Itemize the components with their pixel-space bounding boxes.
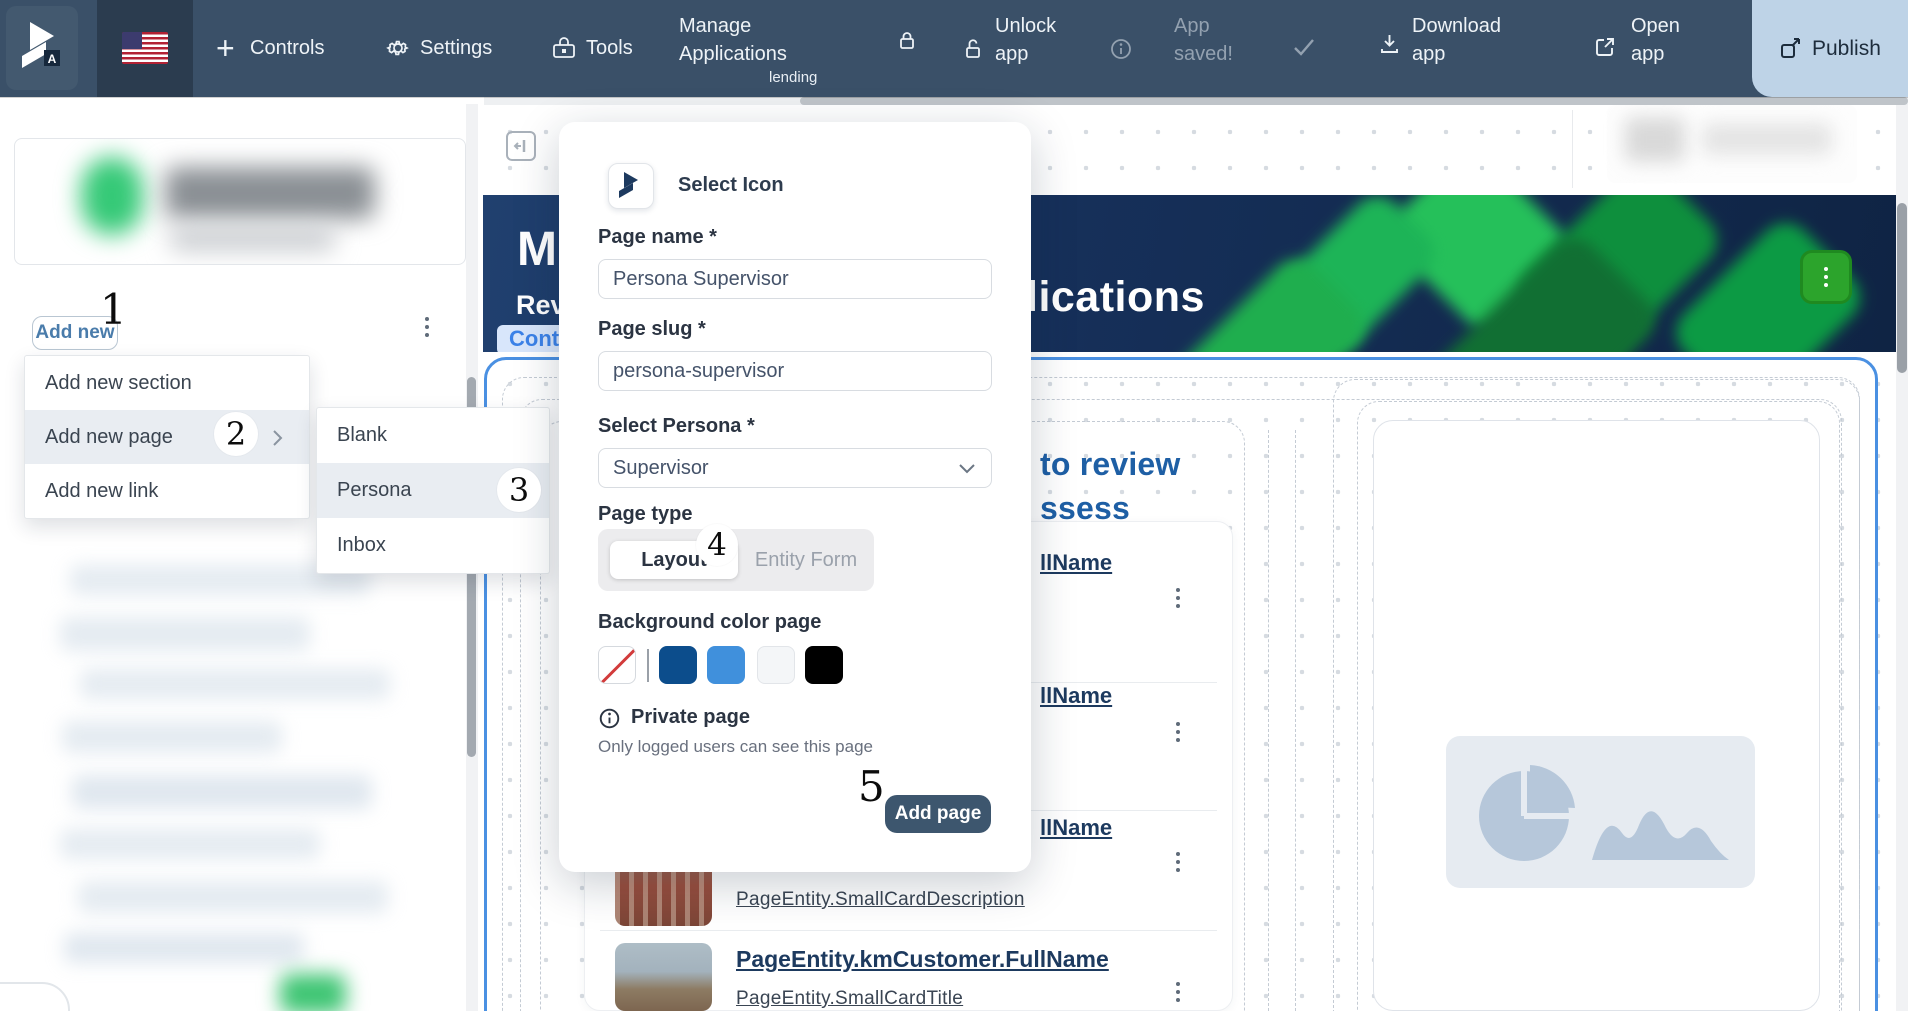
us-flag-icon — [122, 32, 168, 64]
nav-download-app[interactable]: Download app — [1412, 12, 1517, 68]
blurred-logo-mark — [81, 157, 143, 235]
select-icon-button[interactable] — [608, 163, 654, 209]
card-title-link[interactable]: PageEntity.SmallCardTitle — [736, 988, 963, 1010]
canvas-scrollbar-thumb[interactable] — [1897, 203, 1907, 373]
step-annotation-1: 1 — [100, 285, 127, 334]
entity-title-link[interactable]: llName — [1040, 815, 1112, 841]
nav-unlock-app[interactable]: Unlock app — [995, 12, 1073, 68]
step-annotation-5: 5 — [858, 762, 885, 811]
private-page-description: Only logged users can see this page — [598, 737, 873, 757]
horizontal-scrollbar-thumb[interactable] — [800, 97, 1908, 105]
step-annotation-3: 3 — [497, 468, 541, 512]
page-type-entity-form-option[interactable]: Entity Form — [738, 529, 874, 591]
nav-open-app[interactable]: Open app — [1631, 12, 1695, 68]
app-tag: lending — [769, 69, 817, 86]
section-heading-fragment: to review — [1040, 446, 1181, 483]
app-saved-status: App saved! — [1174, 12, 1244, 68]
chart-placeholder-image — [1446, 736, 1755, 888]
page-type-label: Page type — [598, 503, 692, 526]
add-page-button[interactable]: Add page — [885, 795, 991, 833]
row-options-button[interactable] — [1176, 982, 1180, 1002]
divider — [1572, 110, 1573, 188]
background-color-label: Background color page — [598, 611, 821, 634]
collapse-panel-icon[interactable] — [506, 131, 536, 161]
blurred-logo-text — [165, 167, 375, 219]
entity-title-link[interactable]: llName — [1040, 683, 1112, 709]
publish-label: Publish — [1812, 37, 1881, 61]
page-icon — [618, 171, 644, 201]
chevron-down-icon — [959, 464, 975, 474]
banner-title-fragment-right: lications — [1026, 273, 1205, 322]
card-description-link[interactable]: PageEntity.SmallCardDescription — [736, 889, 1025, 911]
add-page-modal: Select Icon Page name * Page slug * Sele… — [559, 122, 1031, 872]
plus-icon: + — [216, 30, 235, 67]
swatch-divider — [647, 649, 649, 682]
lock-closed-icon[interactable] — [896, 29, 918, 51]
svg-text:A: A — [48, 52, 57, 66]
menu-item-add-new-section[interactable]: Add new section — [25, 356, 309, 410]
step-annotation-4: 4 — [696, 524, 738, 566]
color-swatch-darkblue[interactable] — [659, 646, 697, 684]
nav-controls[interactable]: Controls — [250, 37, 324, 60]
step-annotation-2: 2 — [214, 412, 258, 456]
select-icon-label: Select Icon — [678, 174, 784, 197]
column-gap-outline — [1295, 430, 1296, 1011]
info-icon — [1110, 38, 1132, 60]
page-name-label: Page name * — [598, 226, 717, 249]
top-navbar: A + Controls Settings Tools Manage Appli… — [0, 0, 1908, 97]
row-options-button[interactable] — [1176, 588, 1180, 608]
row-thumbnail-image — [615, 943, 712, 1011]
publish-button[interactable]: Publish — [1752, 0, 1908, 97]
color-swatch-none[interactable] — [598, 646, 636, 684]
kebab-icon — [1824, 267, 1828, 287]
persona-selected-value: Supervisor — [613, 457, 709, 480]
entity-title-link[interactable]: llName — [1040, 550, 1112, 576]
row-options-button[interactable] — [1176, 722, 1180, 742]
persona-select[interactable]: Supervisor — [598, 448, 992, 488]
submenu-item-blank[interactable]: Blank — [317, 408, 549, 463]
app-builder-screen: Mo lications Rev Cont to review ssess ll… — [0, 0, 1908, 1011]
chevron-right-icon — [273, 430, 283, 446]
page-name-input[interactable] — [598, 259, 992, 299]
blurred-logo-subtext — [170, 227, 335, 251]
lock-open-icon — [962, 37, 984, 61]
add-new-menu: Add new section Add new page Add new lin… — [24, 355, 310, 519]
info-icon — [599, 708, 620, 729]
row-divider — [600, 930, 1217, 931]
blurred-green-badge — [280, 974, 346, 1011]
nav-settings[interactable]: Settings — [420, 37, 492, 60]
content-card — [1373, 420, 1820, 1011]
app-logo[interactable]: A — [6, 6, 78, 90]
menu-item-add-new-link[interactable]: Add new link — [25, 464, 309, 518]
page-slug-label: Page slug * — [598, 318, 706, 341]
nav-tools[interactable]: Tools — [586, 37, 633, 60]
sidebar-options-button[interactable] — [425, 317, 429, 337]
row-options-button[interactable] — [1176, 852, 1180, 872]
color-swatch-blue[interactable] — [707, 646, 745, 684]
blurred-toolbar-card — [1607, 105, 1857, 183]
menu-item-add-new-page[interactable]: Add new page — [25, 410, 309, 464]
color-swatch-white[interactable] — [757, 646, 795, 684]
color-swatch-black[interactable] — [805, 646, 843, 684]
check-icon — [1292, 36, 1316, 58]
banner-options-button[interactable] — [1800, 250, 1852, 304]
select-persona-label: Select Persona * — [598, 415, 755, 438]
private-page-label: Private page — [631, 706, 750, 729]
submenu-item-inbox[interactable]: Inbox — [317, 518, 549, 573]
open-external-icon — [1594, 36, 1616, 58]
page-slug-input[interactable] — [598, 351, 992, 391]
entity-title-link[interactable]: PageEntity.kmCustomer.FullName — [736, 946, 1109, 973]
gear-icon — [386, 36, 410, 60]
column-gap-outline — [1268, 430, 1269, 1011]
language-selector[interactable] — [97, 0, 193, 97]
blurred-card-corner — [0, 982, 70, 1011]
nav-manage-applications[interactable]: Manage Applications — [679, 12, 811, 68]
download-icon — [1379, 33, 1400, 55]
publish-icon — [1779, 37, 1803, 61]
app-logo-card — [14, 138, 466, 265]
toolbox-icon — [552, 37, 576, 59]
